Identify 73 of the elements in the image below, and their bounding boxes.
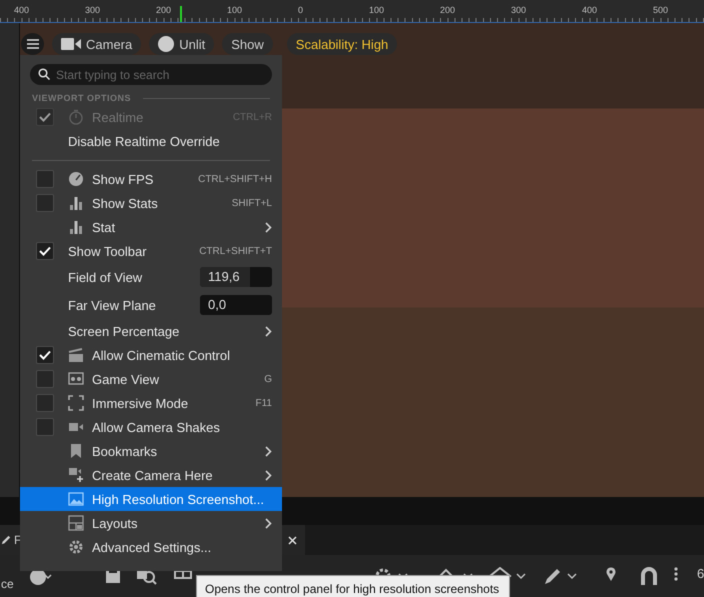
menu-item[interactable]: Create Camera Here	[20, 463, 282, 487]
magnet-icon[interactable]	[641, 567, 657, 585]
bars-icon	[68, 195, 84, 211]
video-camera-icon	[61, 38, 81, 50]
menu-icon	[26, 39, 38, 49]
checkbox[interactable]	[36, 346, 54, 364]
checkbox[interactable]	[36, 194, 54, 212]
viewport-toolbar-button[interactable]: Unlit	[149, 33, 214, 55]
menu-item[interactable]: Disable Realtime Override	[20, 129, 282, 153]
location-pin-icon[interactable]	[606, 567, 616, 581]
menu-item[interactable]: Field of View 119,6	[20, 263, 282, 291]
ruler-label: 0	[298, 5, 304, 15]
section-header: VIEWPORT OPTIONS	[32, 93, 132, 103]
number-field[interactable]: 0,0	[200, 295, 272, 315]
bookmark-icon	[68, 443, 84, 459]
ruler-label: 100	[369, 5, 384, 15]
search-field[interactable]: Start typing to search	[30, 64, 272, 85]
frame-icon	[68, 395, 84, 411]
menu-item[interactable]: Show Stats SHIFT+L	[20, 191, 282, 215]
playhead-marker[interactable]	[180, 6, 182, 22]
checkbox[interactable]	[36, 418, 54, 436]
menu-button[interactable]	[21, 33, 44, 55]
stopwatch-icon	[68, 109, 84, 125]
checkbox[interactable]	[36, 170, 54, 188]
menu-item[interactable]: High Resolution Screenshot...	[20, 487, 282, 511]
toolbar-value-text: 6	[697, 566, 704, 581]
ruler-label: 200	[156, 5, 172, 15]
chevron-right-icon	[265, 518, 272, 528]
viewport-toolbar-button[interactable]: Camera	[52, 33, 142, 55]
layout-icon	[68, 515, 84, 531]
checkbox[interactable]	[36, 370, 54, 388]
checkbox[interactable]	[36, 242, 54, 260]
chevron-right-icon	[265, 446, 272, 456]
ruler-label: 300	[85, 5, 100, 15]
sphere-icon	[158, 36, 174, 52]
clapper-icon	[68, 347, 84, 363]
gamepad-icon	[68, 371, 84, 387]
checkbox[interactable]	[36, 394, 54, 412]
ruler-label: 200	[440, 5, 456, 15]
ruler-label: 100	[227, 5, 242, 15]
menu-item[interactable]: Immersive Mode F11	[20, 391, 282, 415]
menu-item[interactable]: Allow Cinematic Control	[20, 343, 282, 367]
ruler-label: 500	[653, 5, 668, 15]
menu-item[interactable]: Show Toolbar CTRL+SHIFT+T	[20, 239, 282, 263]
menu-item[interactable]: Far View Plane 0,0	[20, 291, 282, 319]
menu-item[interactable]: Allow Camera Shakes	[20, 415, 282, 439]
search-icon	[38, 68, 50, 80]
menu-item[interactable]: Show FPS CTRL+SHIFT+H	[20, 167, 282, 191]
menu-item[interactable]: Layouts	[20, 511, 282, 535]
close-icon[interactable]	[288, 536, 297, 544]
gear-icon	[68, 539, 84, 555]
chevron-right-icon	[265, 470, 272, 480]
gauge-icon	[68, 171, 84, 187]
ruler-label: 400	[14, 5, 30, 15]
side-panel-label: ce	[1, 577, 14, 591]
image-icon	[68, 491, 84, 507]
camera-plus-icon	[68, 467, 84, 483]
tooltip: Opens the control panel for high resolution screenshots	[196, 575, 510, 597]
ruler-label: 300	[511, 5, 526, 15]
pencil-icon	[1, 534, 11, 546]
menu-item[interactable]: Stat	[20, 215, 282, 239]
more-options-icon[interactable]	[674, 567, 678, 581]
menu-item[interactable]: Advanced Settings...	[20, 535, 282, 559]
chevron-right-icon	[265, 222, 272, 232]
menu-item[interactable]: Game View G	[20, 367, 282, 391]
chevron-right-icon	[265, 326, 272, 336]
viewport-toolbar-button[interactable]: Scalability: High	[286, 33, 398, 55]
ruler-label: 400	[582, 5, 598, 15]
menu-item[interactable]: Screen Percentage	[20, 319, 282, 343]
bars-icon	[68, 219, 84, 235]
menu-item[interactable]: Bookmarks	[20, 439, 282, 463]
viewport-toolbar-button[interactable]: Show	[222, 33, 273, 55]
number-field[interactable]: 119,6	[200, 267, 272, 287]
